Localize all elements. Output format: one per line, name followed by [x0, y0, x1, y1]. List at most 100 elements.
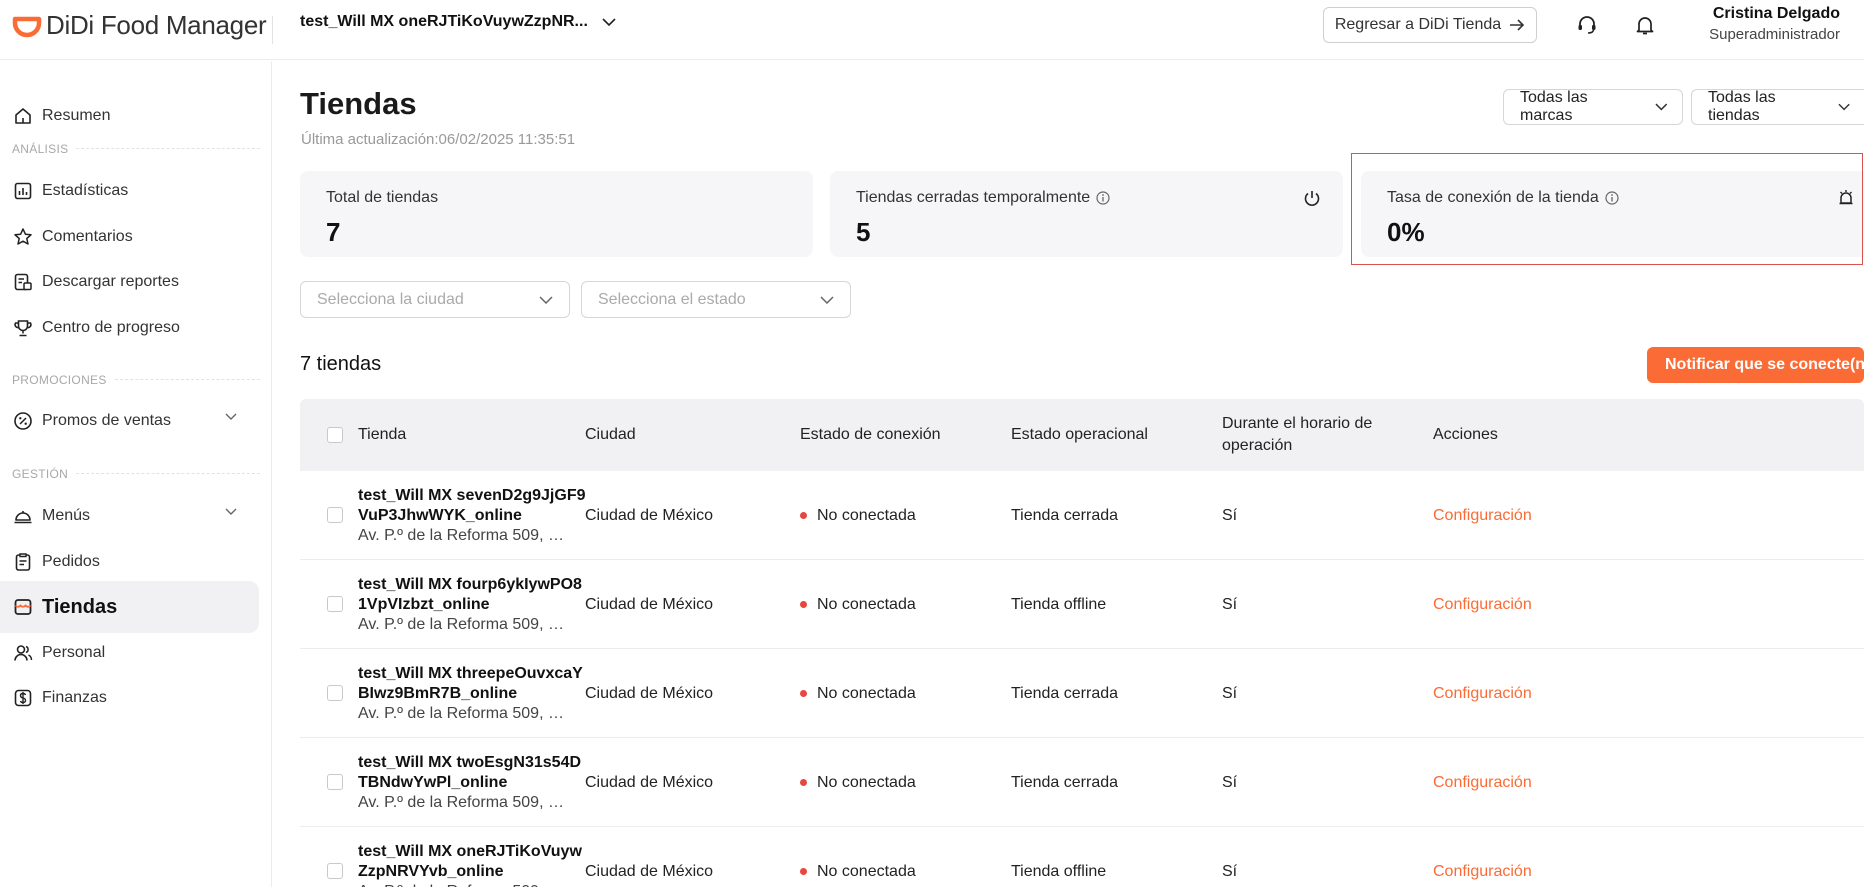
- store-name: test_Will MX fourp6ykIywPO81VpVIzbzt_onl…: [358, 575, 582, 613]
- trophy-icon: [12, 317, 34, 339]
- connection-cell: No conectada: [800, 738, 916, 827]
- connection-status: No conectada: [817, 595, 916, 613]
- row-checkbox[interactable]: [327, 596, 343, 612]
- config-link[interactable]: Configuración: [1433, 827, 1532, 887]
- config-link[interactable]: Configuración: [1433, 649, 1532, 738]
- section-label-analisis: ANÁLISIS: [12, 142, 260, 156]
- status-dot: [800, 868, 807, 875]
- chart-icon: [12, 180, 34, 202]
- city-cell: Ciudad de México: [585, 684, 714, 702]
- connection-cell: No conectada: [800, 649, 916, 738]
- store-address: Av. P.º de la Reforma 509, Cuauhtémoc: [358, 793, 573, 811]
- sidebar-item-resumen[interactable]: Resumen: [0, 90, 259, 142]
- bell-icon[interactable]: [1632, 12, 1658, 38]
- row-checkbox[interactable]: [327, 863, 343, 879]
- power-icon[interactable]: [1303, 189, 1321, 207]
- section-label-gestion: GESTIÓN: [12, 467, 260, 481]
- back-button-label: Regresar a DiDi Tienda: [1334, 16, 1502, 33]
- sidebar-item-label: Comentarios: [42, 228, 133, 245]
- brands-filter-label: Todas las marcas: [1520, 89, 1588, 124]
- sidebar-item-finanzas[interactable]: Finanzas: [0, 672, 259, 724]
- sidebar-item-label: Estadísticas: [42, 182, 129, 199]
- connection-status: No conectada: [817, 773, 916, 791]
- table-body: test_Will MX sevenD2g9JjGF9VuP3JhwWYK_on…: [300, 471, 1864, 887]
- arrow-right-icon: [1510, 19, 1525, 31]
- notify-connect-button[interactable]: Notificar que se conecte(n): [1647, 347, 1864, 383]
- sidebar-item-label: Menús: [42, 507, 91, 524]
- report-download-icon: [12, 271, 34, 293]
- store-switcher-label: test_Will MX oneRJTiKoVuywZzpNR...: [300, 13, 588, 30]
- col-header-store: Tienda: [358, 426, 407, 443]
- sidebar-item-label: Personal: [42, 644, 106, 661]
- connection-status: No conectada: [817, 506, 916, 524]
- stat-value: 0%: [1387, 217, 1425, 247]
- city-cell: Ciudad de México: [585, 862, 714, 880]
- store-address: Av. P.º de la Reforma 509, Cuauhtémoc: [358, 526, 573, 544]
- stores-filter[interactable]: Todas las tiendas: [1691, 89, 1864, 125]
- divider: [272, 16, 273, 44]
- page-title: Tiendas: [300, 86, 417, 121]
- store-icon: [12, 596, 34, 618]
- brands-filter[interactable]: Todas las marcas: [1503, 89, 1683, 125]
- back-to-didi-store-button[interactable]: Regresar a DiDi Tienda: [1323, 7, 1537, 43]
- sidebar-item-label: Tiendas: [42, 595, 118, 618]
- chevron-down-icon: [225, 508, 237, 515]
- operational-cell: Tienda cerrada: [1011, 773, 1119, 791]
- sidebar-item-estadisticas[interactable]: Estadísticas: [0, 165, 259, 217]
- sidebar-item-promos-ventas[interactable]: Promos de ventas: [0, 395, 259, 447]
- support-headset-icon[interactable]: [1574, 12, 1600, 38]
- stat-label: Tasa de conexión de la tienda: [1387, 189, 1599, 206]
- user-menu[interactable]: Cristina Delgado Superadministrador: [1680, 5, 1840, 43]
- sidebar-item-label: Centro de progreso: [42, 319, 180, 336]
- people-icon: [12, 642, 34, 664]
- alarm-icon[interactable]: [1838, 189, 1854, 205]
- config-link[interactable]: Configuración: [1433, 738, 1532, 827]
- hours-cell: Sí: [1222, 595, 1238, 613]
- store-cell: test_Will MX sevenD2g9JjGF9VuP3JhwWYK_on…: [358, 471, 588, 560]
- chevron-down-icon: [602, 17, 616, 26]
- info-icon[interactable]: [1096, 191, 1110, 205]
- sidebar-item-menus[interactable]: Menús: [0, 490, 259, 542]
- sidebar-item-label: Finanzas: [42, 689, 107, 706]
- connection-cell: No conectada: [800, 560, 916, 649]
- logo[interactable]: DiDi Food Manager: [12, 10, 267, 41]
- state-select[interactable]: Selecciona el estado: [581, 281, 851, 318]
- col-header-hours: Durante el horario de operación: [1222, 415, 1373, 454]
- store-address: Av. P.º de la Reforma 509, Cuauhtémoc: [358, 704, 573, 722]
- city-select[interactable]: Selecciona la ciudad: [300, 281, 570, 318]
- chevron-down-icon: [1838, 103, 1850, 111]
- store-cell: test_Will MX fourp6ykIywPO81VpVIzbzt_onl…: [358, 560, 588, 649]
- hours-cell: Sí: [1222, 684, 1238, 702]
- config-link[interactable]: Configuración: [1433, 471, 1532, 560]
- store-address: Av. P.º de la Reforma 509, Cuauhtémoc: [358, 882, 573, 887]
- stat-label-row: Tiendas cerradas temporalmente: [856, 189, 1317, 207]
- dollar-icon: [12, 687, 34, 709]
- state-select-placeholder: Selecciona el estado: [598, 290, 746, 308]
- col-header-actions: Acciones: [1433, 426, 1498, 443]
- sidebar-item-centro-progreso[interactable]: Centro de progreso: [0, 302, 259, 354]
- row-checkbox[interactable]: [327, 774, 343, 790]
- store-name: test_Will MX oneRJTiKoVuywZzpNRVYvb_onli…: [358, 842, 582, 880]
- row-checkbox[interactable]: [327, 685, 343, 701]
- stat-label-row: Tasa de conexión de la tienda: [1387, 189, 1838, 207]
- sidebar-item-label: Resumen: [42, 107, 111, 124]
- config-link[interactable]: Configuración: [1433, 560, 1532, 649]
- store-count: 7 tiendas: [300, 353, 382, 375]
- table-row: test_Will MX oneRJTiKoVuywZzpNRVYvb_onli…: [300, 827, 1864, 887]
- sidebar-item-descargar-reportes[interactable]: Descargar reportes: [0, 256, 259, 308]
- operational-cell: Tienda cerrada: [1011, 684, 1119, 702]
- store-switcher[interactable]: test_Will MX oneRJTiKoVuywZzpNR...: [300, 13, 616, 31]
- city-cell: Ciudad de México: [585, 773, 714, 791]
- row-checkbox[interactable]: [327, 507, 343, 523]
- city-cell: Ciudad de México: [585, 595, 714, 613]
- hours-cell: Sí: [1222, 773, 1238, 791]
- sidebar-item-tiendas[interactable]: Tiendas: [0, 581, 259, 633]
- stat-label: Total de tiendas: [326, 189, 439, 206]
- hours-cell: Sí: [1222, 506, 1238, 524]
- col-header-operational: Estado operacional: [1011, 426, 1148, 443]
- chevron-down-icon: [225, 413, 237, 420]
- operational-cell: Tienda offline: [1011, 862, 1107, 880]
- hours-cell: Sí: [1222, 862, 1238, 880]
- select-all-checkbox[interactable]: [327, 427, 343, 443]
- info-icon[interactable]: [1605, 191, 1619, 205]
